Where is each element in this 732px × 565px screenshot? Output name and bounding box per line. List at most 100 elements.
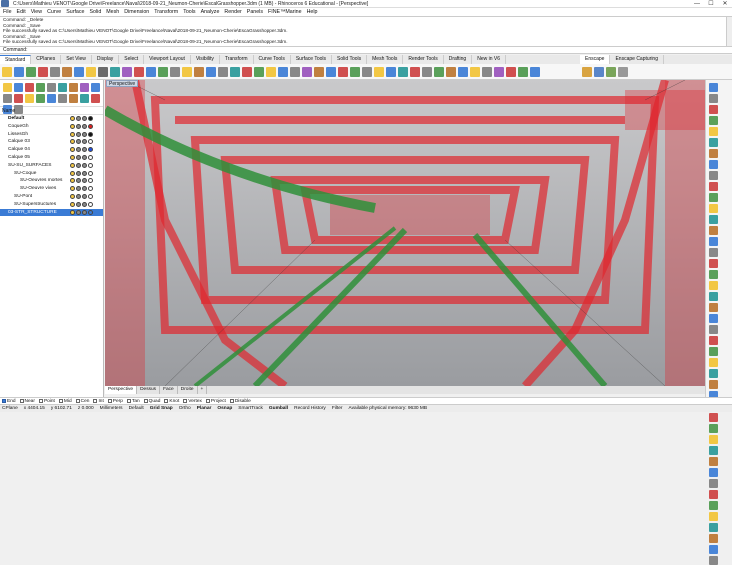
sidebar-tool-icon[interactable]	[709, 413, 718, 422]
layer-lock-icon[interactable]	[76, 209, 81, 215]
osnap-mid[interactable]: Mid	[58, 399, 72, 404]
menu-finemarine[interactable]: FINE™Marine	[268, 9, 302, 15]
layer-tool-icon[interactable]	[36, 83, 45, 92]
status-units[interactable]: Millimeters	[100, 406, 123, 411]
menu-render[interactable]: Render	[224, 9, 241, 15]
layer-color-swatch[interactable]	[88, 209, 93, 215]
layer-tool-icon[interactable]	[58, 94, 67, 103]
layer-lock-icon[interactable]	[76, 201, 81, 207]
layer-visible-icon[interactable]	[70, 201, 75, 207]
layer-lock-icon[interactable]	[76, 170, 81, 176]
layer-visible-icon[interactable]	[70, 178, 75, 184]
layer-tool-icon[interactable]	[58, 83, 67, 92]
layer-color-swatch[interactable]	[88, 131, 93, 137]
osnap-checkbox[interactable]	[126, 399, 131, 403]
sidebar-tool-icon[interactable]	[709, 523, 718, 532]
toolbar-command-icon[interactable]	[146, 66, 156, 77]
layer-tool-icon[interactable]	[25, 94, 34, 103]
tab-transform[interactable]: Transform	[220, 55, 254, 64]
layer-tool-icon[interactable]	[47, 94, 56, 103]
layer-color-swatch[interactable]	[88, 116, 93, 121]
toolbar-command-icon[interactable]	[230, 66, 240, 77]
toolbar-command-icon[interactable]	[350, 66, 360, 77]
toolbar-command-icon[interactable]	[362, 66, 372, 77]
tab-dessus[interactable]: Dessus	[137, 386, 161, 394]
sidebar-tool-icon[interactable]	[709, 127, 718, 136]
add-viewport-tab-button[interactable]: +	[198, 386, 208, 394]
layer-row[interactable]: SU-Oeuvre vives	[0, 185, 103, 193]
layer-lock-icon[interactable]	[76, 178, 81, 184]
maximize-button[interactable]: ☐	[704, 0, 718, 8]
status-filter[interactable]: Filter	[332, 406, 343, 411]
sidebar-tool-icon[interactable]	[709, 149, 718, 158]
layer-visible-icon[interactable]	[70, 209, 75, 215]
toolbar-command-icon[interactable]	[374, 66, 384, 77]
osnap-vertex[interactable]: Vertex	[183, 399, 202, 404]
toolbar-command-icon[interactable]	[410, 66, 420, 77]
status-layer[interactable]: Default	[129, 406, 144, 411]
layer-visible-icon[interactable]	[70, 147, 75, 153]
toolbar-command-icon[interactable]	[398, 66, 408, 77]
layer-color-swatch[interactable]	[88, 186, 93, 192]
layer-color-swatch[interactable]	[88, 123, 93, 129]
osnap-checkbox[interactable]	[107, 399, 112, 403]
sidebar-tool-icon[interactable]	[709, 545, 718, 554]
sidebar-tool-icon[interactable]	[709, 435, 718, 444]
osnap-end[interactable]: End	[2, 399, 16, 404]
osnap-checkbox[interactable]	[2, 399, 6, 403]
osnap-knot[interactable]: Knot	[164, 399, 179, 404]
layer-tool-icon[interactable]	[25, 83, 34, 92]
sidebar-tool-icon[interactable]	[709, 358, 718, 367]
toolbar-command-icon[interactable]	[326, 66, 336, 77]
osnap-checkbox[interactable]	[143, 399, 148, 403]
layer-tool-icon[interactable]	[91, 83, 100, 92]
osnap-checkbox[interactable]	[205, 399, 210, 403]
sidebar-tool-icon[interactable]	[709, 105, 718, 114]
layer-color-swatch[interactable]	[88, 139, 93, 145]
tab-visibility[interactable]: Visibility	[191, 55, 220, 64]
layer-color-swatch[interactable]	[88, 170, 93, 176]
sidebar-tool-icon[interactable]	[709, 512, 718, 521]
osnap-checkbox[interactable]	[164, 399, 169, 403]
tab-set-view[interactable]: Set View	[61, 55, 92, 64]
menu-transform[interactable]: Transform	[154, 9, 178, 15]
tab-render-tools[interactable]: Render Tools	[403, 55, 444, 64]
layer-color-swatch[interactable]	[88, 178, 93, 184]
sidebar-tool-icon[interactable]	[709, 468, 718, 477]
toolbar-command-icon[interactable]	[494, 66, 504, 77]
sidebar-tool-icon[interactable]	[709, 171, 718, 180]
layer-color-swatch[interactable]	[88, 162, 93, 168]
sidebar-tool-icon[interactable]	[709, 270, 718, 279]
menu-help[interactable]: Help	[307, 9, 318, 15]
menu-edit[interactable]: Edit	[17, 9, 26, 15]
menu-solid[interactable]: Solid	[89, 9, 101, 15]
close-button[interactable]: ✕	[718, 0, 732, 8]
layer-lock-icon[interactable]	[76, 154, 81, 160]
layer-row[interactable]: Calque 05	[0, 154, 103, 162]
tab-curve-tools[interactable]: Curve Tools	[254, 55, 291, 64]
toolbar-command-icon[interactable]	[242, 66, 252, 77]
osnap-checkbox[interactable]	[183, 399, 188, 403]
layer-row[interactable]: 03-STR_STRUCTURE	[0, 208, 103, 217]
layer-tool-icon[interactable]	[14, 94, 23, 103]
sidebar-tool-icon[interactable]	[709, 325, 718, 334]
perspective-viewport[interactable]: Perspective	[105, 80, 705, 386]
sidebar-tool-icon[interactable]	[709, 490, 718, 499]
layer-lock-icon[interactable]	[76, 139, 81, 145]
toolbar-command-icon[interactable]	[278, 66, 288, 77]
sidebar-tool-icon[interactable]	[709, 193, 718, 202]
osnap-project[interactable]: Project	[205, 399, 226, 404]
layer-row[interactable]: SU-Coque	[0, 170, 103, 178]
tab-cplanes[interactable]: CPlanes	[31, 55, 62, 64]
layer-print-icon[interactable]	[82, 139, 87, 145]
sidebar-tool-icon[interactable]	[709, 138, 718, 147]
toolbar-command-icon[interactable]	[422, 66, 432, 77]
menu-dimension[interactable]: Dimension	[124, 9, 149, 15]
sidebar-tool-icon[interactable]	[709, 182, 718, 191]
toolbar-command-icon[interactable]	[86, 66, 96, 77]
layer-visible-icon[interactable]	[70, 123, 75, 129]
tab-perspective[interactable]: Perspective	[105, 386, 138, 394]
sidebar-tool-icon[interactable]	[709, 457, 718, 466]
sidebar-tool-icon[interactable]	[709, 556, 718, 565]
osnap-checkbox[interactable]	[75, 399, 80, 403]
